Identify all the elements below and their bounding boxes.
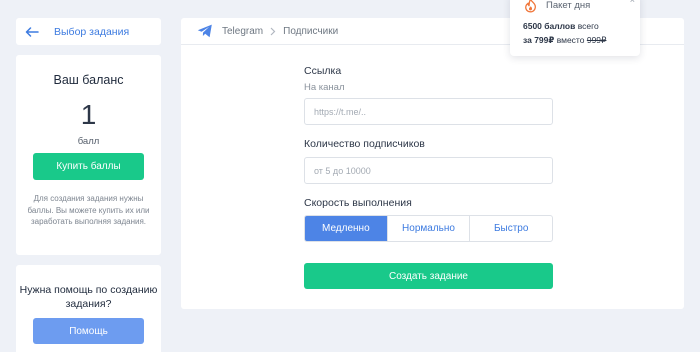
- balance-unit: балл: [77, 136, 100, 147]
- popup-points-line: 6500 баллов всего: [523, 21, 599, 31]
- speed-label: Скорость выполнения: [304, 197, 412, 209]
- task-form-card: Telegram Подписчики Ссылка На канал Коли…: [181, 18, 684, 309]
- buy-points-button[interactable]: Купить баллы: [33, 153, 144, 180]
- popup-header: Пакет дня: [523, 0, 590, 13]
- help-title: Нужна помощь по созданию задания?: [19, 284, 158, 311]
- balance-card: Ваш баланс 1 балл Купить баллы Для созда…: [16, 55, 161, 255]
- subscribers-count-label: Количество подписчиков: [304, 138, 425, 150]
- arrow-left-icon: [25, 26, 39, 37]
- popup-price-mid: вместо: [556, 35, 585, 45]
- popup-old-price: 999₽: [586, 35, 607, 45]
- count-section: Количество подписчиков: [304, 138, 553, 150]
- balance-value: 1: [80, 99, 97, 130]
- speed-option-slow[interactable]: Медленно: [305, 216, 388, 241]
- back-label: Выбор задания: [54, 25, 130, 38]
- breadcrumb-telegram[interactable]: Telegram: [222, 26, 263, 37]
- link-sublabel: На канал: [304, 82, 345, 93]
- speed-option-normal[interactable]: Нормально: [388, 216, 471, 241]
- popup-price-line: за 799₽ вместо 999₽: [523, 35, 606, 46]
- speed-section: Скорость выполнения: [304, 197, 553, 209]
- channel-link-input[interactable]: [304, 98, 553, 125]
- help-card: Нужна помощь по созданию задания? Помощь: [16, 265, 161, 352]
- popup-points-suffix: всего: [577, 21, 599, 31]
- subscribers-count-input[interactable]: [304, 157, 553, 184]
- back-to-task-selection[interactable]: Выбор задания: [16, 18, 161, 45]
- popup-title: Пакет дня: [546, 0, 591, 11]
- balance-note: Для создания задания нужны баллы. Вы мож…: [27, 194, 150, 227]
- chevron-right-icon: [270, 27, 276, 36]
- popup-points: 6500 баллов: [523, 21, 576, 31]
- close-icon[interactable]: ×: [630, 0, 635, 5]
- create-task-button[interactable]: Создать задание: [304, 263, 553, 289]
- help-button[interactable]: Помощь: [33, 318, 144, 344]
- popup-price: за 799₽: [523, 35, 555, 45]
- deal-of-day-popup[interactable]: × Пакет дня 6500 баллов всего за 799₽ вм…: [510, 0, 640, 56]
- link-section: Ссылка На канал: [304, 65, 553, 93]
- fire-icon: [525, 0, 536, 13]
- speed-selector: Медленно Нормально Быстро: [304, 215, 553, 242]
- link-label: Ссылка: [304, 65, 342, 77]
- speed-option-fast[interactable]: Быстро: [470, 216, 552, 241]
- balance-title: Ваш баланс: [53, 73, 124, 87]
- telegram-icon: [197, 24, 212, 38]
- breadcrumb-subscribers: Подписчики: [283, 25, 339, 37]
